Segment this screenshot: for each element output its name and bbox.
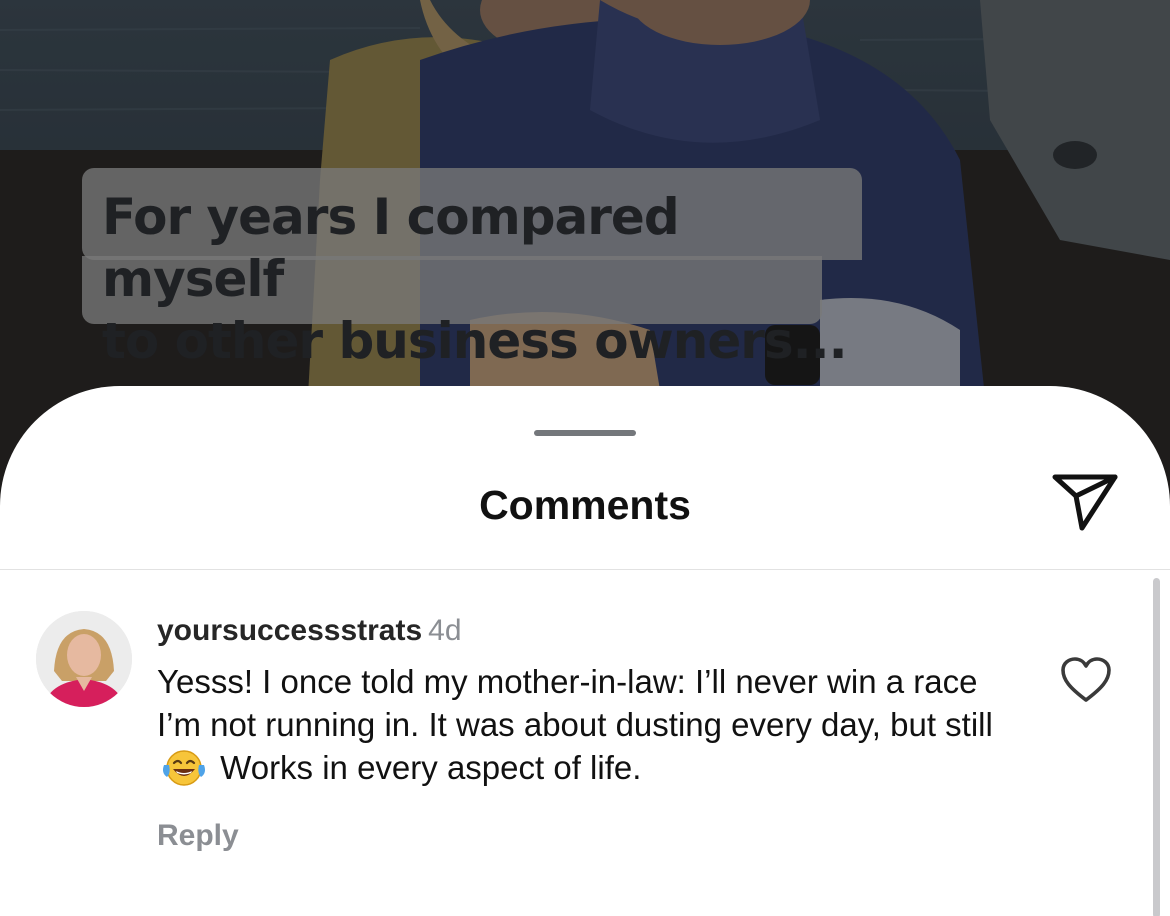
sheet-title: Comments (479, 482, 691, 528)
comment-username[interactable]: yoursuccessstrats (157, 614, 422, 647)
caption-text: For years I compared myself to other bus… (102, 188, 848, 370)
comment-item: yoursuccessstrats 4d Yesss! I once told m… (157, 614, 1037, 853)
face-with-tears-of-joy-icon (161, 747, 207, 787)
comment-text-part: Yesss! I once told my mother-in-law: I’l… (157, 663, 993, 743)
heart-outline-icon[interactable] (1060, 656, 1112, 704)
reply-button[interactable]: Reply (157, 819, 1037, 853)
header-divider (0, 569, 1170, 570)
comment-text: Yesss! I once told my mother-in-law: I’l… (157, 660, 1017, 789)
app-screen: For years I compared myself to other bus… (0, 0, 1170, 916)
comment-meta: yoursuccessstrats 4d (157, 614, 1037, 648)
paper-plane-icon[interactable] (1052, 472, 1118, 532)
avatar[interactable] (36, 611, 132, 707)
scrollbar[interactable] (1153, 578, 1160, 916)
comments-sheet: Comments yoursuccessstrats 4d Yesss! I o… (0, 386, 1170, 916)
comment-text-part: Works in every aspect of life. (211, 749, 642, 786)
sheet-drag-handle[interactable] (534, 430, 636, 436)
avatar-image (36, 611, 132, 707)
comment-timestamp: 4d (428, 614, 462, 647)
video-caption: For years I compared myself to other bus… (82, 168, 862, 370)
